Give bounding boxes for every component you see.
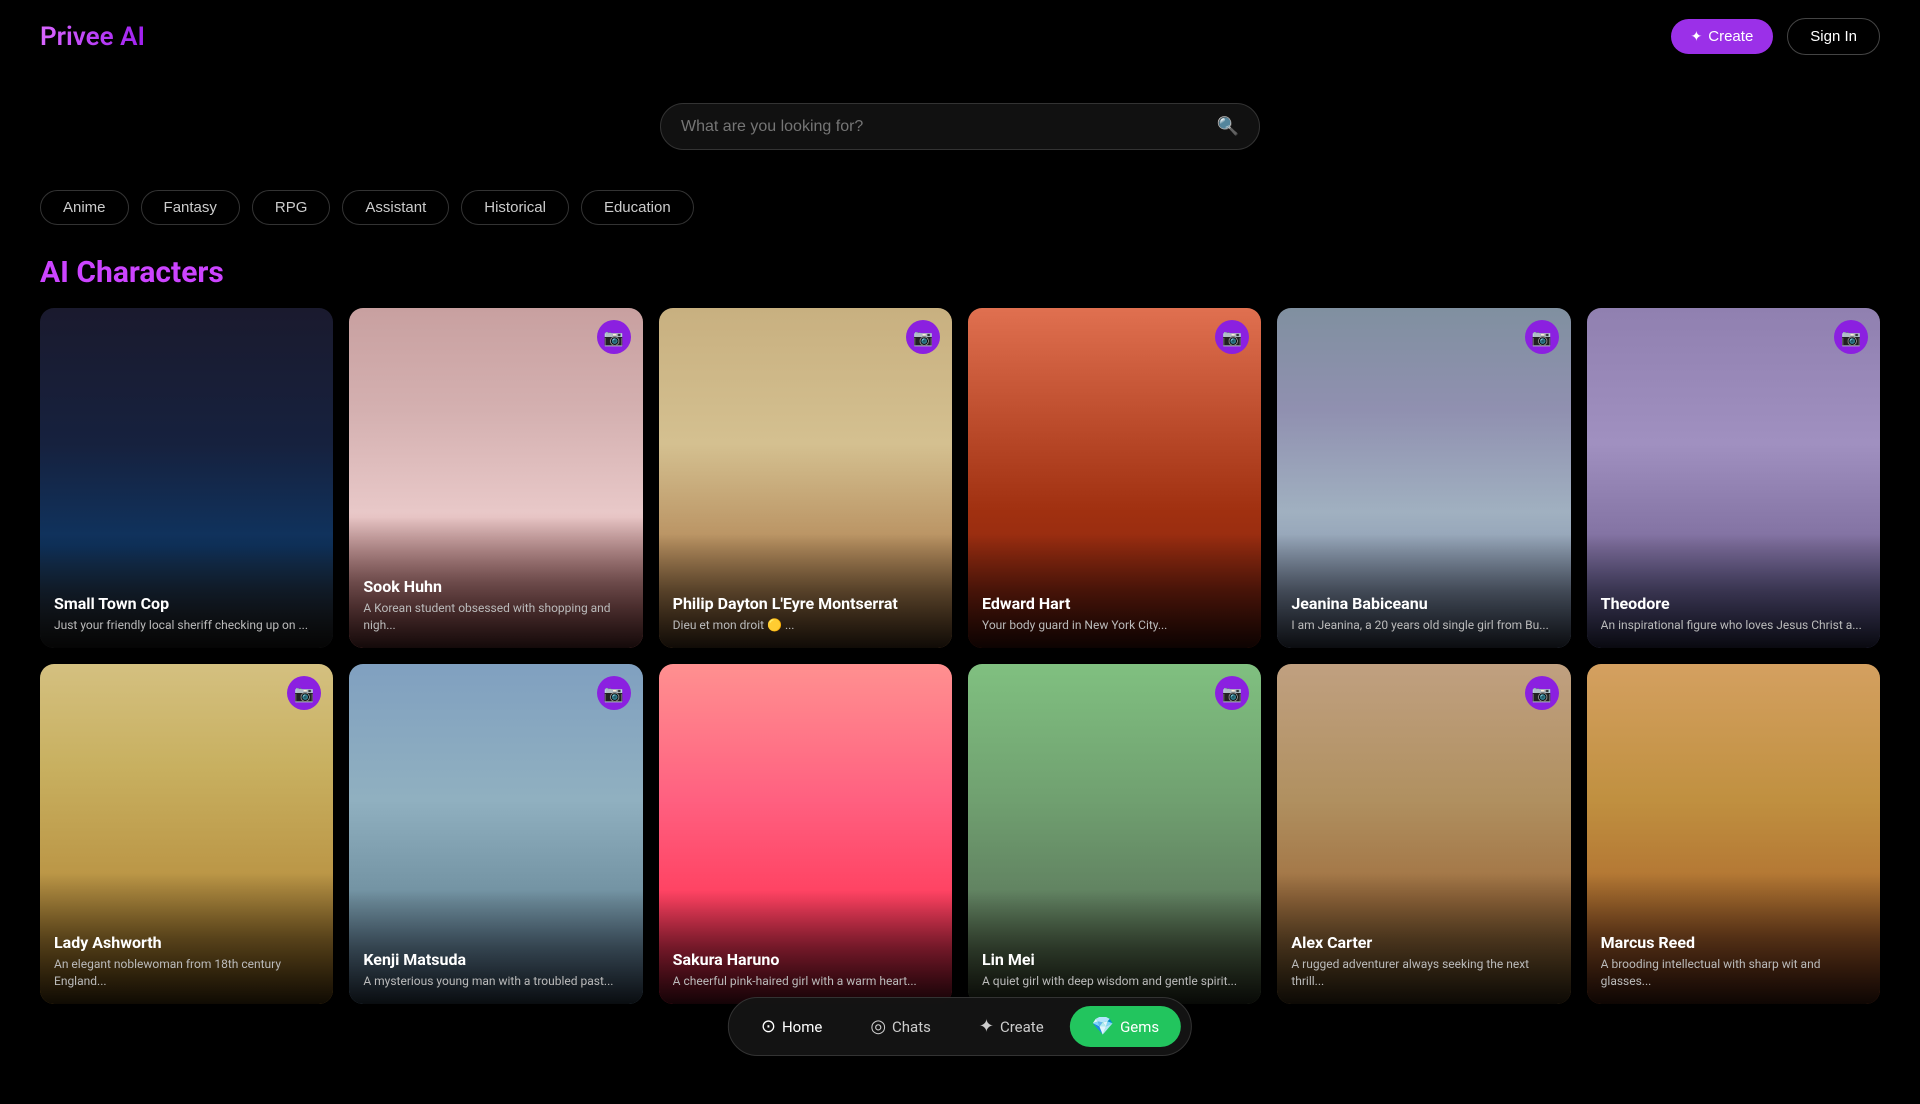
search-input[interactable]: [681, 118, 1217, 136]
card-description: A quiet girl with deep wisdom and gentle…: [982, 973, 1247, 990]
card-description: Your body guard in New York City...: [982, 617, 1247, 634]
card-item[interactable]: Small Town Cop Just your friendly local …: [40, 308, 333, 648]
card-description: Dieu et mon droit 🟡 ...: [673, 617, 938, 634]
card-name: Kenji Matsuda: [363, 950, 628, 969]
card-item[interactable]: 📷 Edward Hart Your body guard in New Yor…: [968, 308, 1261, 648]
logo: Privee AI: [40, 22, 145, 52]
card-item[interactable]: 📷 Philip Dayton L'Eyre Montserrat Dieu e…: [659, 308, 952, 648]
nav-item-create[interactable]: ✦ Create: [957, 1006, 1066, 1047]
card-name: Edward Hart: [982, 594, 1247, 613]
chats-icon: ◎: [870, 1016, 886, 1037]
card-name: Lin Mei: [982, 950, 1247, 969]
card-overlay: Jeanina Babiceanu I am Jeanina, a 20 yea…: [1277, 534, 1570, 648]
card-item[interactable]: 📷 Kenji Matsuda A mysterious young man w…: [349, 664, 642, 1004]
camera-button[interactable]: 📷: [597, 320, 631, 354]
card-description: An inspirational figure who loves Jesus …: [1601, 617, 1866, 634]
camera-button[interactable]: 📷: [287, 676, 321, 710]
card-name: Theodore: [1601, 594, 1866, 613]
camera-button[interactable]: 📷: [597, 676, 631, 710]
card-item[interactable]: 📷 Sook Huhn A Korean student obsessed wi…: [349, 308, 642, 648]
home-icon: ⊙: [761, 1016, 776, 1037]
card-description: A brooding intellectual with sharp wit a…: [1601, 956, 1866, 990]
filter-chip-historical[interactable]: Historical: [461, 190, 569, 225]
card-overlay: Sook Huhn A Korean student obsessed with…: [349, 517, 642, 648]
card-item[interactable]: 📷 Jeanina Babiceanu I am Jeanina, a 20 y…: [1277, 308, 1570, 648]
card-name: Alex Carter: [1291, 933, 1556, 952]
card-description: An elegant noblewoman from 18th century …: [54, 956, 319, 990]
card-name: Sakura Haruno: [673, 950, 938, 969]
card-name: Marcus Reed: [1601, 933, 1866, 952]
create-label: Create: [1000, 1018, 1044, 1036]
card-name: Sook Huhn: [363, 577, 628, 596]
card-description: A cheerful pink-haired girl with a warm …: [673, 973, 938, 990]
gems-icon: 💎: [1092, 1016, 1114, 1037]
card-item[interactable]: 📷 Alex Carter A rugged adventurer always…: [1277, 664, 1570, 1004]
card-name: Philip Dayton L'Eyre Montserrat: [673, 594, 938, 613]
camera-button[interactable]: 📷: [1525, 676, 1559, 710]
card-description: I am Jeanina, a 20 years old single girl…: [1291, 617, 1556, 634]
card-item[interactable]: 📷 Lady Ashworth An elegant noblewoman fr…: [40, 664, 333, 1004]
card-description: A Korean student obsessed with shopping …: [363, 600, 628, 634]
camera-button[interactable]: 📷: [906, 320, 940, 354]
nav-item-home[interactable]: ⊙ Home: [739, 1006, 844, 1047]
sparkle-icon: ✦: [1691, 28, 1703, 45]
header-actions: ✦ Create Sign In: [1671, 18, 1880, 55]
chats-label: Chats: [892, 1018, 931, 1036]
filter-chip-rpg[interactable]: RPG: [252, 190, 331, 225]
card-description: Just your friendly local sheriff checkin…: [54, 617, 319, 634]
filter-chip-anime[interactable]: Anime: [40, 190, 129, 225]
filter-chips: Anime Fantasy RPG Assistant Historical Educat…: [0, 170, 1920, 235]
card-overlay: Lin Mei A quiet girl with deep wisdom an…: [968, 890, 1261, 1004]
card-overlay: Small Town Cop Just your friendly local …: [40, 534, 333, 648]
camera-button[interactable]: 📷: [1215, 320, 1249, 354]
create-button[interactable]: ✦ Create: [1671, 19, 1774, 54]
camera-button[interactable]: 📷: [1834, 320, 1868, 354]
filter-chip-assistant[interactable]: Assistant: [342, 190, 449, 225]
camera-button[interactable]: 📷: [1215, 676, 1249, 710]
card-overlay: Marcus Reed A brooding intellectual with…: [1587, 873, 1880, 1004]
card-item[interactable]: 📷 Theodore An inspirational figure who l…: [1587, 308, 1880, 648]
card-name: Lady Ashworth: [54, 933, 319, 952]
search-section: 🔍: [0, 73, 1920, 170]
nav-item-gems[interactable]: 💎 Gems: [1070, 1006, 1182, 1047]
nav-item-chats[interactable]: ◎ Chats: [848, 1006, 953, 1047]
filter-chip-education[interactable]: Education: [581, 190, 694, 225]
card-overlay: Philip Dayton L'Eyre Montserrat Dieu et …: [659, 534, 952, 648]
filter-chip-fantasy[interactable]: Fantasy: [141, 190, 240, 225]
search-bar: 🔍: [660, 103, 1260, 150]
camera-button[interactable]: 📷: [1525, 320, 1559, 354]
card-overlay: Theodore An inspirational figure who lov…: [1587, 534, 1880, 648]
card-item[interactable]: Sakura Haruno A cheerful pink-haired gir…: [659, 664, 952, 1004]
card-overlay: Alex Carter A rugged adventurer always s…: [1277, 873, 1570, 1004]
create-icon: ✦: [979, 1016, 994, 1037]
card-overlay: Edward Hart Your body guard in New York …: [968, 534, 1261, 648]
card-overlay: Kenji Matsuda A mysterious young man wit…: [349, 890, 642, 1004]
cards-grid: Small Town Cop Just your friendly local …: [0, 308, 1920, 1104]
card-overlay: Lady Ashworth An elegant noblewoman from…: [40, 873, 333, 1004]
card-description: A mysterious young man with a troubled p…: [363, 973, 628, 990]
header: Privee AI ✦ Create Sign In: [0, 0, 1920, 73]
bottom-nav: ⊙ Home ◎ Chats ✦ Create 💎 Gems: [728, 997, 1192, 1056]
section-title: AI Characters: [0, 235, 1920, 308]
gems-label: Gems: [1120, 1018, 1159, 1036]
signin-button[interactable]: Sign In: [1787, 18, 1880, 55]
card-name: Jeanina Babiceanu: [1291, 594, 1556, 613]
card-overlay: Sakura Haruno A cheerful pink-haired gir…: [659, 890, 952, 1004]
card-description: A rugged adventurer always seeking the n…: [1291, 956, 1556, 990]
home-label: Home: [782, 1018, 822, 1036]
search-icon: 🔍: [1217, 116, 1239, 137]
card-item[interactable]: 📷 Lin Mei A quiet girl with deep wisdom …: [968, 664, 1261, 1004]
card-item[interactable]: Marcus Reed A brooding intellectual with…: [1587, 664, 1880, 1004]
card-name: Small Town Cop: [54, 594, 319, 613]
